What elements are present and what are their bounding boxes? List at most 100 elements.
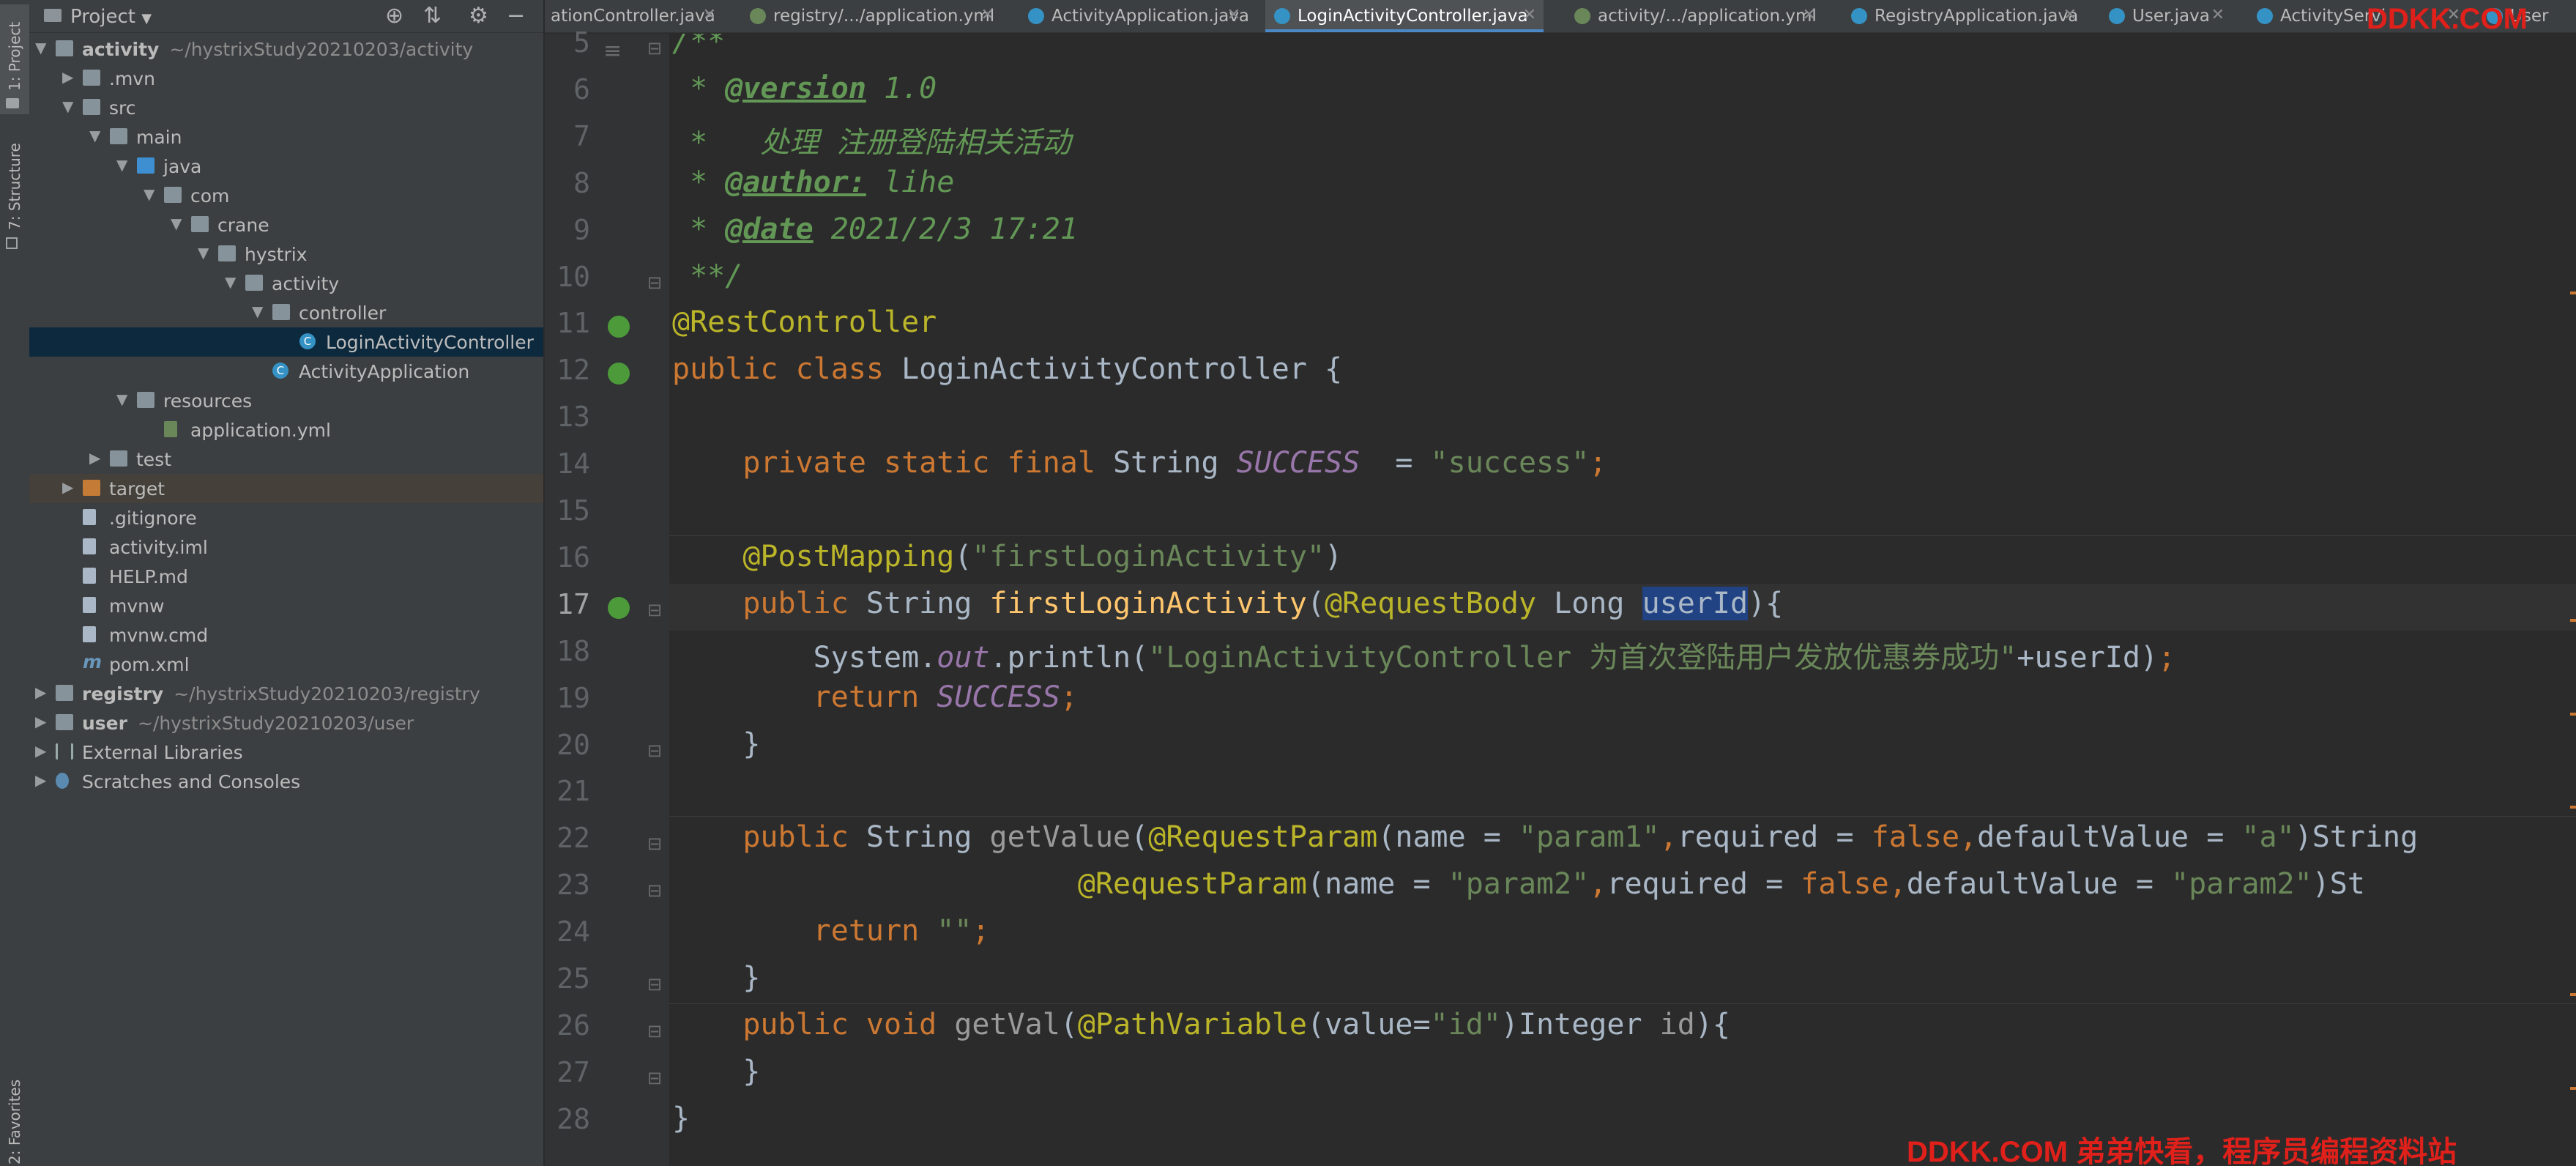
- editor-tab-registryapplication-java[interactable]: RegistryApplication.java ✕: [1842, 0, 2084, 32]
- tree-item-activityapplication[interactable]: C ActivityApplication: [29, 357, 543, 386]
- line-number[interactable]: 6: [545, 73, 590, 105]
- tree-item-gitignore[interactable]: .gitignore: [29, 503, 543, 532]
- collapse-arrow-icon[interactable]: ▶: [62, 478, 77, 496]
- line-number[interactable]: 27: [545, 1056, 590, 1088]
- close-icon[interactable]: ✕: [1803, 6, 1816, 24]
- line-number[interactable]: 8: [545, 167, 590, 199]
- expand-arrow-icon[interactable]: ▼: [144, 185, 158, 203]
- line-number[interactable]: 20: [545, 729, 590, 761]
- tree-item-help-md[interactable]: HELP.md: [29, 562, 543, 591]
- tree-item-main[interactable]: ▼ main: [29, 122, 543, 152]
- tree-item-pom-xml[interactable]: m pom.xml: [29, 650, 543, 679]
- tree-item-resources[interactable]: ▼ resources: [29, 386, 543, 415]
- line-number[interactable]: 19: [545, 682, 590, 714]
- spring-bean-icon[interactable]: [608, 363, 630, 385]
- tree-item-hystrix[interactable]: ▼ hystrix: [29, 239, 543, 269]
- collapse-arrow-icon[interactable]: ▶: [35, 683, 50, 701]
- collapse-arrow-icon[interactable]: ▶: [35, 742, 50, 760]
- fold-marker-icon[interactable]: ⊟: [647, 833, 662, 854]
- collapse-all-icon[interactable]: ⇅: [423, 3, 442, 29]
- collapse-arrow-icon[interactable]: ▶: [89, 449, 104, 467]
- editor-tab-activity-application-yml[interactable]: activity/.../application.yml ✕: [1566, 0, 1823, 32]
- tree-item-controller[interactable]: ▼ controller: [29, 298, 543, 327]
- expand-arrow-icon[interactable]: ▼: [35, 39, 50, 56]
- tree-item-application-yml[interactable]: application.yml: [29, 415, 543, 445]
- tree-item-external-libraries[interactable]: ▶ External Libraries: [29, 738, 543, 767]
- line-number[interactable]: 28: [545, 1103, 590, 1135]
- doc-toggle-icon[interactable]: ≡: [603, 38, 622, 64]
- tree-item-activity[interactable]: ▼ activity ~/hystrixStudy20210203/activity: [29, 34, 543, 64]
- fold-marker-icon[interactable]: ⊟: [647, 1021, 662, 1041]
- tree-item-src[interactable]: ▼ src: [29, 93, 543, 122]
- tree-item-loginactivitycontroller[interactable]: C LoginActivityController: [29, 327, 543, 357]
- tree-item-java[interactable]: ▼ java: [29, 152, 543, 181]
- project-view-selector[interactable]: Project ▼: [70, 6, 152, 28]
- close-icon[interactable]: ✕: [703, 6, 716, 24]
- collapse-arrow-icon[interactable]: ▶: [35, 771, 50, 789]
- tree-item-test[interactable]: ▶ test: [29, 445, 543, 474]
- fold-marker-icon[interactable]: ⊟: [647, 1068, 662, 1088]
- tree-item-target[interactable]: ▶ target: [29, 474, 543, 503]
- tree-item-activity-iml[interactable]: activity.iml: [29, 532, 543, 562]
- editor-tab-registry-application-yml[interactable]: registry/.../application.yml ✕: [741, 0, 1002, 32]
- request-mapping-icon[interactable]: [608, 596, 630, 619]
- fold-marker-icon[interactable]: ⊟: [647, 740, 662, 761]
- tree-item-registry[interactable]: ▶ registry ~/hystrixStudy20210203/registry: [29, 679, 543, 708]
- tree-item-com[interactable]: ▼ com: [29, 181, 543, 210]
- expand-arrow-icon[interactable]: ▼: [171, 215, 185, 232]
- editor-tab-loginactivitycontroller-java[interactable]: LoginActivityController.java ✕: [1265, 0, 1544, 32]
- line-number[interactable]: 18: [545, 635, 590, 667]
- error-stripe-marker[interactable]: [2570, 291, 2576, 294]
- line-number[interactable]: 9: [545, 214, 590, 246]
- fold-marker-icon[interactable]: ⊟: [647, 880, 662, 901]
- error-stripe-marker[interactable]: [2570, 1086, 2576, 1090]
- collapse-arrow-icon[interactable]: ▶: [35, 713, 50, 730]
- line-number[interactable]: 14: [545, 448, 590, 480]
- tree-item-crane[interactable]: ▼ crane: [29, 210, 543, 239]
- expand-arrow-icon[interactable]: ▼: [252, 302, 267, 320]
- tree-item-scratches-and-consoles[interactable]: ▶ Scratches and Consoles: [29, 767, 543, 796]
- expand-arrow-icon[interactable]: ▼: [62, 97, 77, 115]
- tree-item-mvn[interactable]: ▶ .mvn: [29, 64, 543, 93]
- expand-arrow-icon[interactable]: ▼: [116, 156, 131, 174]
- close-icon[interactable]: ✕: [1227, 6, 1240, 24]
- tree-item-mvnw-cmd[interactable]: mvnw.cmd: [29, 620, 543, 650]
- line-number[interactable]: 17: [545, 588, 590, 620]
- locate-icon[interactable]: ⊕: [385, 3, 403, 29]
- editor-tab-user-java[interactable]: User.java ✕: [2100, 0, 2232, 32]
- line-number[interactable]: 13: [545, 401, 590, 433]
- editor-tab-activityapplication-java[interactable]: ActivityApplication.java ✕: [1019, 0, 1249, 32]
- close-icon[interactable]: ✕: [2063, 6, 2077, 24]
- fold-marker-icon[interactable]: ⊟: [647, 600, 662, 620]
- tree-item-user[interactable]: ▶ user ~/hystrixStudy20210203/user: [29, 708, 543, 738]
- spring-bean-icon[interactable]: [608, 316, 630, 338]
- line-number[interactable]: 23: [545, 869, 590, 901]
- close-icon[interactable]: ✕: [981, 6, 994, 24]
- tree-item-mvnw[interactable]: mvnw: [29, 591, 543, 620]
- tree-item-activity[interactable]: ▼ activity: [29, 269, 543, 298]
- favorites-tool-tab[interactable]: 2: Favorites: [0, 1055, 29, 1165]
- line-number[interactable]: 26: [545, 1009, 590, 1041]
- line-number[interactable]: 16: [545, 541, 590, 573]
- close-icon[interactable]: ✕: [1523, 6, 1536, 24]
- structure-tool-tab[interactable]: 7: Structure: [0, 132, 29, 256]
- line-number[interactable]: 11: [545, 307, 590, 339]
- line-number[interactable]: 21: [545, 775, 590, 807]
- error-stripe-marker[interactable]: [2570, 618, 2576, 622]
- line-number[interactable]: 12: [545, 354, 590, 386]
- hide-icon[interactable]: −: [507, 3, 525, 29]
- fold-marker-icon[interactable]: ⊟: [647, 974, 662, 995]
- close-icon[interactable]: ✕: [2211, 6, 2225, 24]
- expand-arrow-icon[interactable]: ▼: [225, 273, 239, 291]
- error-stripe-marker[interactable]: [2570, 993, 2576, 996]
- expand-arrow-icon[interactable]: ▼: [116, 390, 131, 408]
- line-number[interactable]: 22: [545, 822, 590, 854]
- line-number[interactable]: 24: [545, 916, 590, 948]
- expand-arrow-icon[interactable]: ▼: [198, 244, 212, 261]
- error-stripe-marker[interactable]: [2570, 712, 2576, 716]
- fold-marker-icon[interactable]: ⊟: [647, 38, 662, 59]
- collapse-arrow-icon[interactable]: ▶: [62, 68, 77, 86]
- line-number[interactable]: 10: [545, 261, 590, 293]
- line-number[interactable]: 5: [545, 26, 590, 59]
- gear-icon[interactable]: ⚙: [469, 3, 488, 29]
